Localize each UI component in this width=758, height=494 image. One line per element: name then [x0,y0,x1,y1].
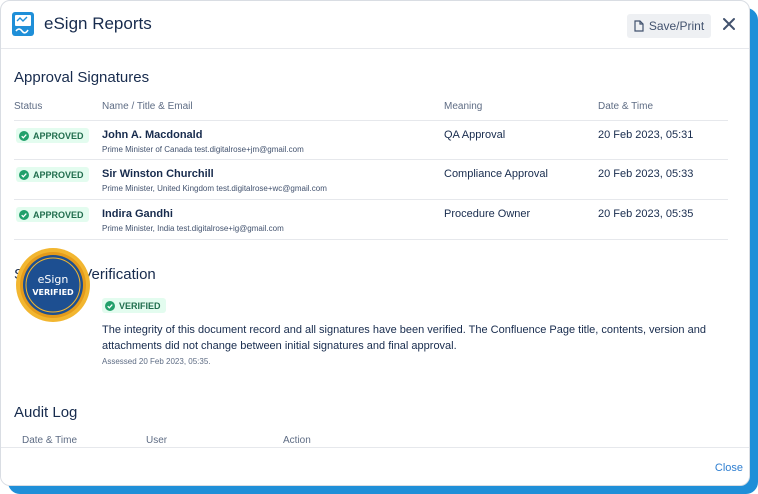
approved-badge: APPROVED [16,167,89,182]
assessed-timestamp: Assessed 20 Feb 2023, 05:35. [102,357,211,366]
dialog-header: eSign Reports Save/Print [1,1,749,49]
close-icon[interactable] [721,16,737,32]
seal-bottom-text: VERIFIED [32,288,74,297]
column-header-status: Status [14,101,43,112]
status-label: APPROVED [33,169,84,180]
signer-title-email: Prime Minister of Canada test.digitalros… [102,145,304,154]
document-icon [634,20,644,32]
audit-column-user: User [146,435,168,446]
save-print-label: Save/Print [648,19,705,33]
close-button[interactable]: Close [715,462,743,474]
status-label: APPROVED [33,130,84,141]
check-circle-icon [19,169,29,180]
check-circle-icon [105,300,115,311]
signer-name: Indira Gandhi [102,208,173,220]
approved-badge: APPROVED [16,207,89,222]
signature-meaning: QA Approval [444,129,506,141]
signer-title-email: Prime Minister, India test.digitalrose+i… [102,224,284,233]
verified-seal: eSign VERIFIED [16,248,90,322]
signer-title-email: Prime Minister, United Kingdom test.digi… [102,184,327,193]
audit-column-action: Action [283,435,311,446]
signer-name: John A. Macdonald [102,129,203,141]
verified-badge: VERIFIED [102,298,166,313]
esign-app-icon [12,12,34,36]
column-header-datetime: Date & Time [598,101,654,112]
approved-badge: APPROVED [16,128,89,143]
approval-signatures-title: Approval Signatures [14,69,150,86]
dialog-title: eSign Reports [44,14,152,33]
audit-log-title: Audit Log [14,404,78,421]
save-print-button[interactable]: Save/Print [627,14,711,38]
signature-meaning: Compliance Approval [444,168,548,180]
signature-datetime: 20 Feb 2023, 05:31 [598,129,694,141]
column-header-name: Name / Title & Email [102,101,193,112]
signature-meaning: Procedure Owner [444,208,531,220]
table-row: APPROVED Indira Gandhi Prime Minister, I… [14,200,728,240]
dialog-footer: Close [1,447,749,485]
signer-name: Sir Winston Churchill [102,168,214,180]
table-row: APPROVED Sir Winston Churchill Prime Min… [14,160,728,200]
status-label: APPROVED [33,209,84,220]
esign-reports-dialog: eSign Reports Save/Print Approval Signat… [0,0,750,486]
check-circle-icon [19,209,29,220]
signature-datetime: 20 Feb 2023, 05:35 [598,208,694,220]
verified-label: VERIFIED [119,300,161,311]
column-header-meaning: Meaning [444,101,483,112]
signature-datetime: 20 Feb 2023, 05:33 [598,168,694,180]
verification-message: The integrity of this document record an… [102,324,706,352]
seal-top-text: eSign [38,273,69,286]
table-row: APPROVED John A. Macdonald Prime Ministe… [14,120,728,160]
check-circle-icon [19,130,29,141]
dialog-body[interactable]: Approval Signatures Status Name / Title … [1,49,749,447]
audit-column-datetime: Date & Time [22,435,78,446]
